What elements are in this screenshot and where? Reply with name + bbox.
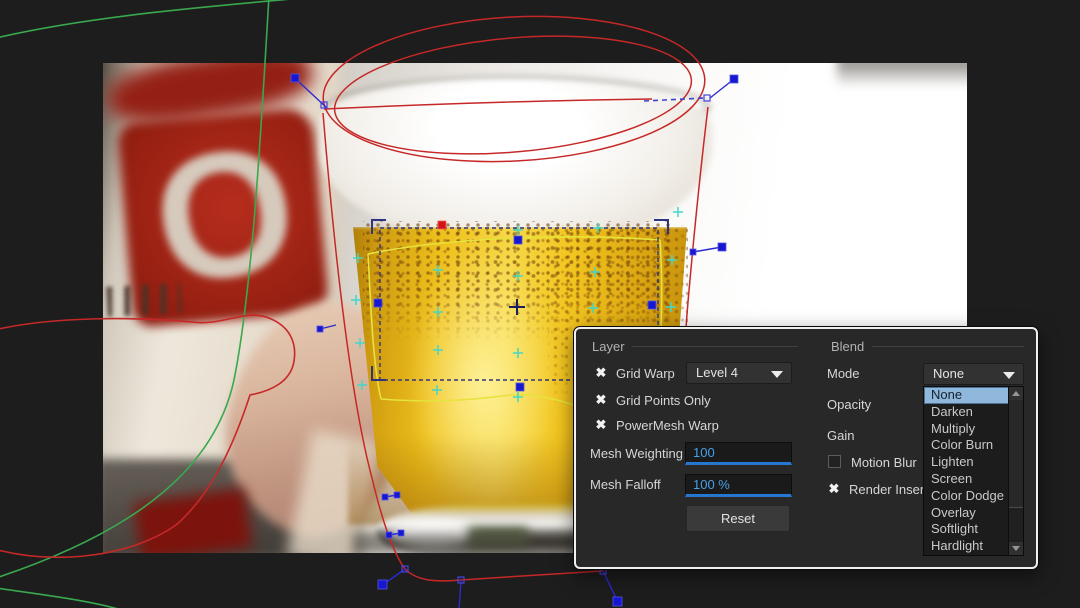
mode-value: None xyxy=(933,366,964,381)
motion-blur-label: Motion Blur xyxy=(851,455,917,470)
mesh-weighting-input[interactable] xyxy=(685,442,792,465)
grid-warp-label: Grid Warp xyxy=(616,366,675,381)
reset-button[interactable]: Reset xyxy=(686,505,790,532)
green-spline[interactable] xyxy=(0,0,348,608)
scroll-down-button[interactable] xyxy=(1009,542,1023,555)
dropdown-scrollbar[interactable] xyxy=(1008,387,1023,555)
scroll-up-button[interactable] xyxy=(1009,387,1023,400)
selected-point-red xyxy=(438,221,446,229)
mode-dropdown-list: NoneDarkenMultiplyColor BurnLightenScree… xyxy=(923,386,1024,556)
mesh-falloff-input[interactable] xyxy=(685,474,792,497)
motion-blur-checkbox[interactable] xyxy=(828,455,841,468)
mode-option-color-burn[interactable]: Color Burn xyxy=(924,437,1009,454)
application-canvas: O xyxy=(0,0,1080,608)
scrollbar-thumb[interactable] xyxy=(1009,400,1023,508)
powermesh-warp-label: PowerMesh Warp xyxy=(616,418,719,433)
mode-option-lighten[interactable]: Lighten xyxy=(924,454,1009,471)
blend-group-divider xyxy=(872,346,1024,347)
grid-warp-checkbox[interactable]: ✖ xyxy=(594,366,608,380)
powermesh-warp-checkbox[interactable]: ✖ xyxy=(594,418,608,432)
opacity-label: Opacity xyxy=(827,397,871,412)
mode-option-overlay[interactable]: Overlay xyxy=(924,505,1009,522)
mode-option-screen[interactable]: Screen xyxy=(924,471,1009,488)
thumb-roto-spline[interactable] xyxy=(0,315,295,557)
mode-label: Mode xyxy=(827,366,860,381)
chevron-down-icon xyxy=(1003,372,1015,379)
mesh-weighting-label: Mesh Weighting xyxy=(590,446,683,461)
grid-warp-level-dropdown[interactable]: Level 4 xyxy=(686,362,792,384)
mesh-center-cross[interactable] xyxy=(509,299,525,315)
gain-label: Gain xyxy=(827,428,854,443)
triangle-down-icon xyxy=(1012,546,1020,551)
layer-group-divider xyxy=(632,346,798,347)
mode-dropdown[interactable]: None xyxy=(923,363,1024,385)
mode-option-hardlight[interactable]: Hardlight xyxy=(924,538,1009,555)
triangle-up-icon xyxy=(1012,391,1020,396)
layer-group-title: Layer xyxy=(592,339,625,354)
blend-group-title: Blend xyxy=(831,339,864,354)
render-insert-checkbox[interactable]: ✖ xyxy=(827,482,841,496)
mode-option-darken[interactable]: Darken xyxy=(924,404,1009,421)
mesh-falloff-label: Mesh Falloff xyxy=(590,477,661,492)
grid-points-only-checkbox[interactable]: ✖ xyxy=(594,393,608,407)
chevron-down-icon xyxy=(771,371,783,378)
mode-option-multiply[interactable]: Multiply xyxy=(924,421,1009,438)
grid-warp-level-value: Level 4 xyxy=(696,365,738,380)
layer-properties-panel: Layer ✖ Grid Warp Level 4 ✖ Grid Points … xyxy=(574,327,1038,569)
rim-dashed-handle[interactable] xyxy=(644,98,705,101)
grid-points-only-label: Grid Points Only xyxy=(616,393,711,408)
mode-option-none[interactable]: None xyxy=(924,387,1009,404)
mode-option-color-dodge[interactable]: Color Dodge xyxy=(924,488,1009,505)
mode-option-softlight[interactable]: Softlight xyxy=(924,521,1009,538)
mode-dropdown-items: NoneDarkenMultiplyColor BurnLightenScree… xyxy=(924,387,1009,555)
